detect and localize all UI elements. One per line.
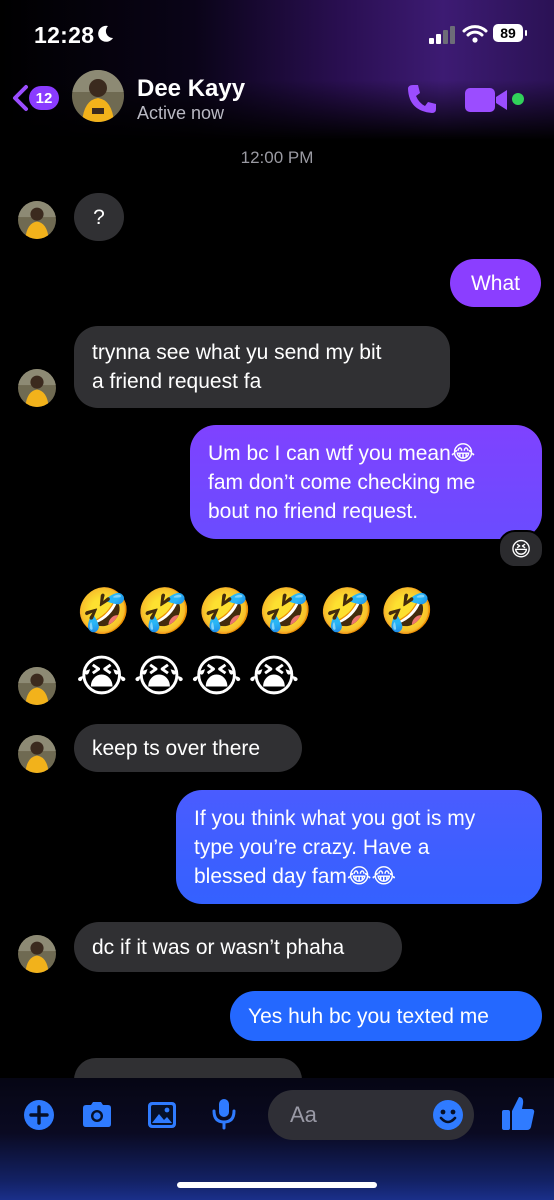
- signal-icon: [429, 26, 455, 44]
- emoji-picker-icon[interactable]: [432, 1099, 464, 1131]
- video-call-icon[interactable]: [465, 86, 509, 114]
- avatar-image-icon: [18, 935, 56, 973]
- message-timestamp: 12:00 PM: [240, 148, 314, 167]
- back-chevron-icon[interactable]: [10, 84, 30, 112]
- contact-avatar[interactable]: [18, 735, 56, 773]
- avatar-image-icon: [18, 667, 56, 705]
- clock: 12:28: [34, 22, 95, 48]
- contact-avatar[interactable]: [18, 369, 56, 407]
- incoming-message[interactable]: ?: [74, 193, 124, 241]
- thumbs-up-icon[interactable]: [500, 1094, 536, 1132]
- emoji-message-row[interactable]: 🤣🤣🤣🤣🤣🤣: [76, 587, 441, 637]
- reaction-emoji: 😆: [510, 538, 532, 561]
- microphone-icon[interactable]: [207, 1096, 241, 1130]
- message-line: a friend request fa: [92, 370, 262, 393]
- camera-icon[interactable]: [80, 1098, 114, 1132]
- outgoing-message[interactable]: What: [450, 259, 541, 307]
- message-text: keep ts over there: [92, 736, 261, 760]
- incoming-message[interactable]: dc if it was or wasn’t phaha: [74, 922, 402, 972]
- contact-avatar[interactable]: [18, 935, 56, 973]
- contact-avatar[interactable]: [18, 201, 56, 239]
- phone-call-icon[interactable]: [405, 82, 439, 116]
- battery-indicator: 89: [493, 24, 527, 42]
- outgoing-message[interactable]: Um bc I can wtf you mean😂 fam don’t come…: [190, 425, 542, 539]
- message-reaction[interactable]: 😆: [498, 530, 544, 568]
- wifi-icon: [462, 25, 488, 43]
- outgoing-message[interactable]: If you think what you got is my type you…: [176, 790, 542, 904]
- presence-status: Active now: [137, 103, 225, 123]
- avatar-image-icon: [18, 369, 56, 407]
- message-text: What: [470, 271, 520, 295]
- status-bar: 12:28 89: [0, 0, 554, 60]
- message-text: dc if it was or wasn’t phaha: [92, 935, 345, 959]
- message-text: ?: [93, 205, 105, 229]
- moon-icon: [98, 25, 113, 42]
- avatar-image-icon: [18, 201, 56, 239]
- contact-avatar[interactable]: [72, 70, 124, 122]
- message-line: If you think what you got is my: [194, 806, 476, 830]
- contact-name[interactable]: Dee Kayy: [137, 75, 245, 103]
- message-line: fam don’t come checking me: [208, 470, 476, 494]
- avatar-image-icon: [72, 70, 124, 122]
- message-text: Yes huh bc you texted me: [248, 1004, 489, 1028]
- emoji-message-row[interactable]: 😭😭😭😭: [76, 652, 306, 702]
- conversation-header: 12 Dee Kayy Active now: [0, 64, 554, 134]
- outgoing-message[interactable]: Yes huh bc you texted me: [230, 991, 542, 1041]
- incoming-message[interactable]: trynna see what yu send my bit a friend …: [74, 326, 450, 408]
- message-line: blessed day fam😂😂: [194, 864, 396, 888]
- unread-count-badge[interactable]: 12: [29, 86, 59, 110]
- gallery-icon[interactable]: [145, 1098, 179, 1132]
- online-indicator: [512, 93, 524, 105]
- incoming-message[interactable]: keep ts over there: [74, 724, 302, 772]
- plus-icon[interactable]: [22, 1098, 56, 1132]
- message-input-placeholder: Aa: [290, 1102, 317, 1127]
- contact-avatar[interactable]: [18, 667, 56, 705]
- message-line: trynna see what yu send my bit: [92, 341, 382, 364]
- avatar-image-icon: [18, 735, 56, 773]
- message-line: bout no friend request.: [208, 499, 419, 523]
- home-indicator: [177, 1182, 377, 1188]
- message-line: Um bc I can wtf you mean😂: [208, 441, 476, 465]
- message-line: type you’re crazy. Have a: [194, 835, 430, 859]
